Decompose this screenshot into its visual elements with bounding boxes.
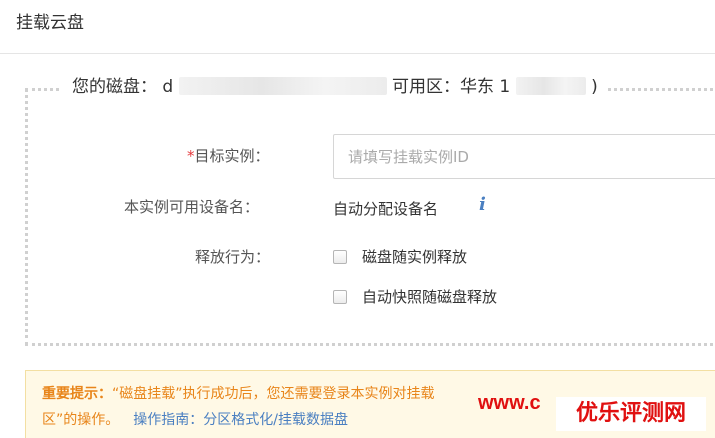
zone-paren: ) [591, 77, 598, 97]
watermark-url: www.c [478, 392, 541, 414]
disk-legend: 您的磁盘： d 可用区：华东 1 ) [62, 72, 608, 97]
release-behavior-label: 释放行为： [195, 248, 271, 266]
zone-label: 可用区：华东 1 [392, 77, 511, 97]
title-divider [0, 53, 715, 54]
guide-label: 操作指南： [133, 412, 204, 428]
info-icon[interactable]: i [479, 194, 486, 215]
release-with-instance-label[interactable]: 磁盘随实例释放 [362, 246, 467, 267]
redacted-zone [515, 77, 586, 95]
device-name-label: 本实例可用设备名： [124, 198, 260, 216]
required-mark: * [187, 147, 195, 165]
release-snapshot-option[interactable]: 自动快照随磁盘释放 [333, 286, 497, 307]
dialog-title: 挂载云盘 [16, 13, 84, 33]
notice-text-1: “磁盘挂载”执行成功后，您还需要登录本实例对挂载 [112, 386, 435, 402]
redacted-disk-id [178, 77, 387, 95]
release-with-instance-checkbox[interactable] [333, 249, 347, 264]
guide-link[interactable]: 分区格式化/挂载数据盘 [203, 412, 348, 428]
target-instance-input[interactable] [333, 134, 715, 179]
device-name-value: 自动分配设备名 [333, 200, 439, 218]
release-snapshot-label[interactable]: 自动快照随磁盘释放 [362, 286, 497, 307]
watermark-brand: 优乐评测网 [556, 397, 706, 431]
notice-text-2: 区”的操作。 [42, 412, 120, 428]
disk-label: 您的磁盘： [72, 77, 157, 97]
target-instance-label: *目标实例： [187, 147, 270, 165]
release-with-instance-option[interactable]: 磁盘随实例释放 [333, 246, 467, 267]
notice-label: 重要提示： [42, 386, 112, 402]
release-snapshot-checkbox[interactable] [333, 289, 347, 304]
disk-id: d [162, 77, 174, 97]
